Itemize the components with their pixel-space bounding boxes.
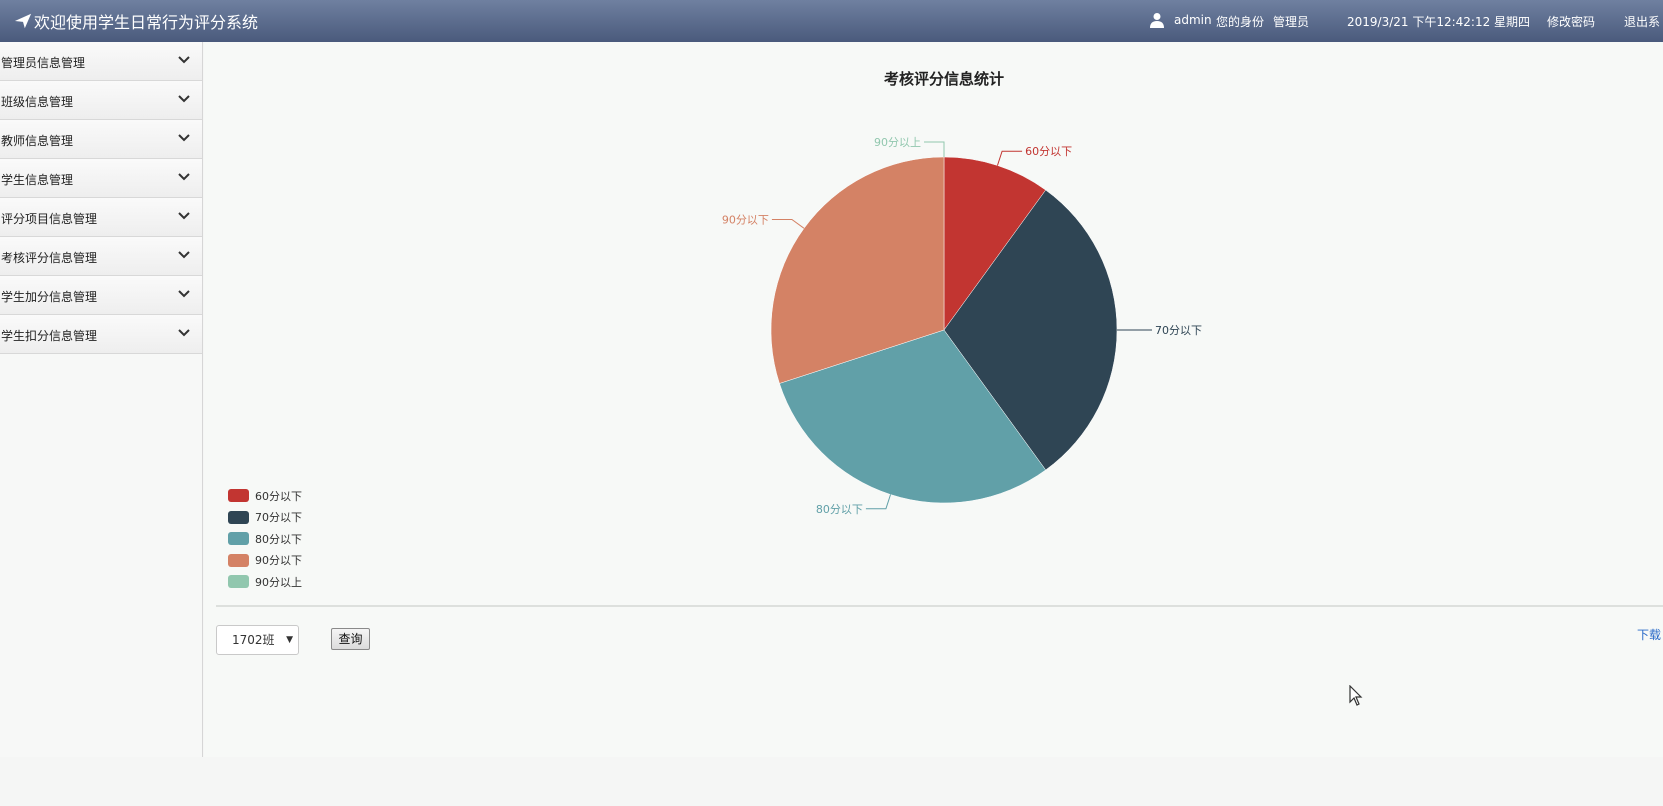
legend-swatch [228, 553, 249, 567]
change-password-link[interactable]: 修改密码 [1547, 13, 1595, 30]
sidebar-item-admin[interactable]: 管理员信息管理 [0, 42, 202, 81]
sidebar-item-teacher[interactable]: 教师信息管理 [0, 120, 202, 159]
sidebar-item-label: 管理员信息管理 [1, 56, 86, 70]
divider [216, 605, 1663, 607]
sidebar-item-label: 学生加分信息管理 [1, 290, 98, 304]
sidebar-item-bonus[interactable]: 学生加分信息管理 [0, 276, 202, 315]
legend-item[interactable]: 90分以上 [228, 571, 302, 593]
legend-label: 90分以下 [255, 554, 302, 568]
username: admin [1174, 13, 1212, 27]
legend-label: 60分以下 [255, 489, 302, 503]
slice-label: 80分以下 [816, 503, 863, 516]
role-value: 管理员 [1273, 15, 1310, 29]
sidebar-item-deduction[interactable]: 学生扣分信息管理 [0, 315, 202, 354]
sidebar-item-label: 评分项目信息管理 [1, 212, 98, 226]
query-button[interactable]: 查询 [331, 628, 370, 650]
legend-item[interactable]: 80分以下 [228, 528, 302, 550]
top-bar: 欢迎使用学生日常行为评分系统 admin 您的身份 管理员 2019/3/21 … [0, 0, 1663, 42]
main-content: 考核评分信息统计 60分以下 70分以下 80分以下 90分以下 90分以上 60分以下… [204, 42, 1663, 757]
sidebar-item-student[interactable]: 学生信息管理 [0, 159, 202, 198]
legend-swatch [228, 532, 249, 546]
slice-label: 70分以下 [1155, 324, 1202, 337]
pie-chart: 60分以下 70分以下 80分以下 90分以下 90分以上 [722, 136, 1202, 516]
chevron-down-icon [178, 173, 190, 181]
sidebar: 管理员信息管理 班级信息管理 教师信息管理 学生信息管理 评分项目信息管理 考核… [0, 42, 203, 757]
label-leader-line [771, 218, 805, 229]
legend-label: 70分以下 [255, 511, 302, 525]
role-label: 您的身份 [1216, 15, 1265, 29]
class-select[interactable]: 1702班 ▼ [216, 625, 299, 655]
chevron-down-icon [178, 290, 190, 298]
dropdown-arrow-icon: ▼ [286, 635, 293, 645]
sidebar-item-label: 教师信息管理 [1, 134, 74, 148]
legend-item[interactable]: 60分以下 [228, 485, 302, 507]
mouse-cursor-icon [1349, 685, 1363, 706]
chart-legend: 60分以下 70分以下 80分以下 90分以下 90分以上 [228, 485, 302, 593]
app-title-text: 欢迎使用学生日常行为评分系统 [34, 13, 259, 32]
chevron-down-icon [178, 212, 190, 220]
legend-swatch [228, 489, 249, 503]
chevron-down-icon [178, 134, 190, 142]
sidebar-item-assessment[interactable]: 考核评分信息管理 [0, 237, 202, 276]
class-select-value: 1702班 [232, 633, 275, 647]
legend-label: 80分以下 [255, 532, 302, 546]
chevron-down-icon [178, 329, 190, 337]
app-title: 欢迎使用学生日常行为评分系统 [14, 9, 258, 33]
legend-item[interactable]: 70分以下 [228, 507, 302, 529]
chevron-down-icon [178, 56, 190, 64]
label-leader-line [865, 494, 892, 510]
label-leader-line [996, 150, 1023, 166]
sidebar-item-label: 班级信息管理 [1, 95, 74, 109]
datetime: 2019/3/21 下午12:42:12 星期四 [1347, 15, 1531, 29]
label-leader-line [924, 141, 945, 157]
sidebar-item-label: 考核评分信息管理 [1, 251, 98, 265]
slice-label: 90分以上 [874, 136, 921, 149]
download-link[interactable]: 下载 [1637, 626, 1661, 643]
sidebar-item-scoring-item[interactable]: 评分项目信息管理 [0, 198, 202, 237]
slice-label: 90分以下 [722, 213, 769, 226]
user-icon [1150, 13, 1164, 28]
legend-swatch [228, 575, 249, 589]
legend-swatch [228, 510, 249, 524]
legend-item[interactable]: 90分以下 [228, 550, 302, 572]
paper-plane-icon [14, 13, 32, 29]
chevron-down-icon [178, 251, 190, 259]
sidebar-item-class[interactable]: 班级信息管理 [0, 81, 202, 120]
slice-label: 60分以下 [1025, 145, 1072, 158]
legend-label: 90分以上 [255, 575, 302, 589]
chevron-down-icon [178, 95, 190, 103]
logout-link[interactable]: 退出系 [1624, 13, 1660, 30]
sidebar-item-label: 学生扣分信息管理 [1, 329, 98, 343]
sidebar-item-label: 学生信息管理 [1, 173, 74, 187]
